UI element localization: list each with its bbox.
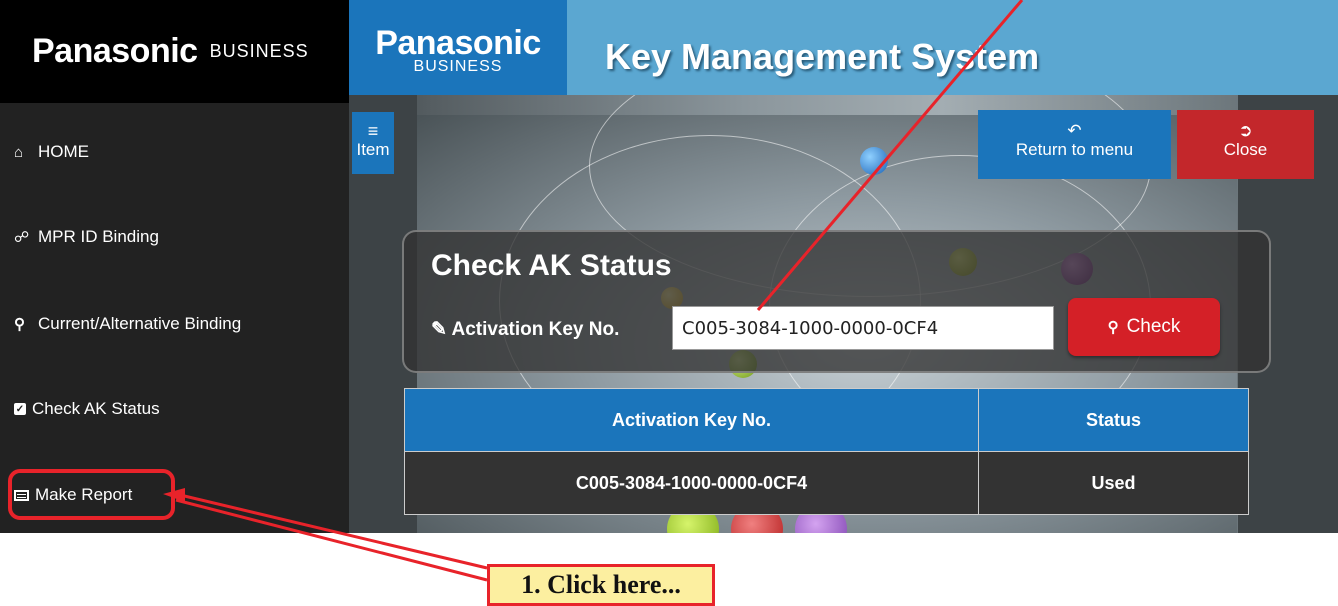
sidebar-item-label: Current/Alternative Binding xyxy=(38,314,242,333)
header-title-bar: Key Management System xyxy=(567,0,1338,95)
panel-title: Check AK Status xyxy=(431,249,672,282)
home-icon: ⌂ xyxy=(14,143,24,161)
checkbox-icon: ✓ xyxy=(14,403,26,415)
item-menu-button[interactable]: ≡ Item xyxy=(352,112,394,174)
item-menu-label: Item xyxy=(356,140,390,159)
table-header-row: Activation Key No. Status xyxy=(404,388,1249,452)
tag-icon: ✎ xyxy=(431,319,447,340)
sidebar-item-label: MPR ID Binding xyxy=(38,227,159,246)
sign-out-icon: ➲ xyxy=(1238,121,1253,140)
sidebar-item-check-ak-status[interactable]: ✓ Check AK Status xyxy=(14,399,160,419)
return-arrow-icon: ↶ xyxy=(1067,121,1082,140)
sidebar-item-mpr-id-binding[interactable]: ☍ MPR ID Binding xyxy=(14,227,159,247)
search-icon: ⚲ xyxy=(14,316,25,333)
search-icon: ⚲ xyxy=(1107,319,1119,336)
background-orb xyxy=(860,147,888,175)
column-header-activation-key: Activation Key No. xyxy=(404,388,979,452)
activation-key-label-text: Activation Key No. xyxy=(451,319,620,340)
sidebar-logo: Panasonic BUSINESS xyxy=(0,0,349,103)
hamburger-icon: ≡ xyxy=(367,121,379,141)
return-to-menu-button[interactable]: ↶ Return to menu xyxy=(978,110,1171,179)
table-row: C005-3084-1000-0000-0CF4 Used xyxy=(404,451,1249,515)
sidebar: Panasonic BUSINESS ⌂ HOME ☍ MPR ID Bindi… xyxy=(0,0,349,533)
column-header-status: Status xyxy=(978,388,1249,452)
main-area: ≡ Item ↶ Return to menu ➲ Close Check AK… xyxy=(349,95,1338,533)
link-icon: ☍ xyxy=(14,229,30,246)
close-label: Close xyxy=(1223,140,1268,159)
activation-key-label: ✎ Activation Key No. xyxy=(431,318,619,341)
table-cell-status: Used xyxy=(978,451,1249,515)
check-button[interactable]: ⚲ Check xyxy=(1068,298,1220,356)
sidebar-item-home[interactable]: ⌂ HOME xyxy=(14,142,89,162)
sidebar-item-label: Check AK Status xyxy=(32,399,160,418)
sidebar-brand: Panasonic xyxy=(32,32,198,70)
page-title: Key Management System xyxy=(605,36,1040,77)
table-cell-activation-key: C005-3084-1000-0000-0CF4 xyxy=(404,451,979,515)
close-button[interactable]: ➲ Close xyxy=(1177,110,1314,179)
check-ak-status-panel: Check AK Status ✎ Activation Key No. ⚲ C… xyxy=(402,230,1271,373)
check-button-label: Check xyxy=(1126,316,1181,337)
annotation-callout-text: 1. Click here... xyxy=(521,570,681,599)
activation-key-input[interactable] xyxy=(672,306,1054,350)
header-brand: Panasonic xyxy=(375,24,541,62)
results-table: Activation Key No. Status C005-3084-1000… xyxy=(404,388,1249,515)
sidebar-brand-sub: BUSINESS xyxy=(209,41,309,61)
return-to-menu-label: Return to menu xyxy=(1015,140,1134,159)
sidebar-item-label: HOME xyxy=(38,142,89,161)
annotation-callout: 1. Click here... xyxy=(487,564,715,606)
header-logo: Panasonic BUSINESS xyxy=(349,0,567,95)
annotation-highlight-box xyxy=(8,469,175,520)
sidebar-item-current-alternative-binding[interactable]: ⚲ Current/Alternative Binding xyxy=(14,314,241,334)
